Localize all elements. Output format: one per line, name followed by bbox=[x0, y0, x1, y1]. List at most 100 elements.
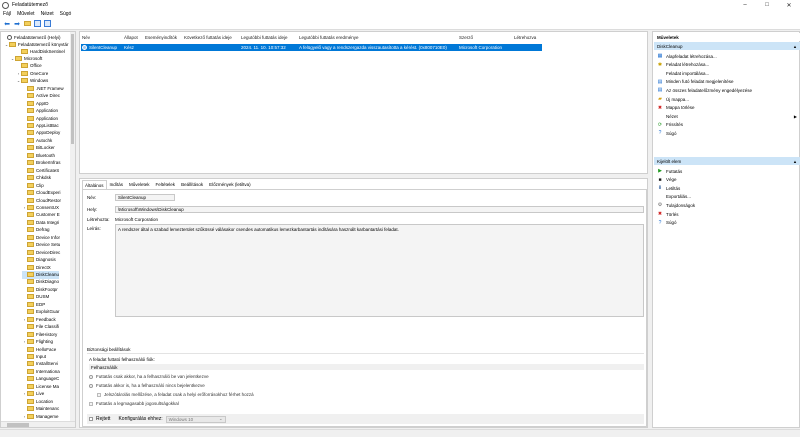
option-run-logged-on[interactable]: Futtatás csak akkor, ha a felhasználó be… bbox=[89, 374, 209, 379]
folder-icon bbox=[27, 406, 34, 412]
folder-action-item[interactable]: ✖ Mappa törlése bbox=[654, 104, 800, 112]
selected-action-item[interactable]: Exportálás... bbox=[654, 193, 800, 201]
column-header-last-result[interactable]: Legutóbbi futtatás eredménye bbox=[299, 33, 359, 41]
option-highest-privileges[interactable]: Futtatás a legmagasabb jogosultságokkal bbox=[89, 401, 179, 406]
navigation-tree[interactable]: Feladatütemező (Helyi) ⌄ Feladatütemező … bbox=[0, 31, 76, 428]
name-field[interactable]: SilentCleanup bbox=[115, 194, 175, 201]
radio-icon bbox=[89, 374, 93, 379]
tab-triggers[interactable]: Indítás bbox=[107, 180, 127, 189]
folder-action-item[interactable]: ▦ Alapfeladat létrehozása... bbox=[654, 52, 800, 60]
hidden-checkbox[interactable] bbox=[89, 417, 93, 421]
folder-icon bbox=[9, 41, 16, 47]
tab-actions[interactable]: Műveletek bbox=[126, 180, 153, 189]
folder-action-item[interactable]: ▤ Minden futó feladat megjelenítése bbox=[654, 78, 800, 86]
tab-history[interactable]: Előzmények (letiltva) bbox=[206, 180, 254, 189]
collapse-icon[interactable]: ▲ bbox=[793, 44, 797, 49]
forward-arrow-icon[interactable]: ➡ bbox=[13, 20, 21, 28]
actions-header: Műveletek bbox=[654, 33, 800, 41]
action-icon: ⚙ bbox=[657, 202, 663, 209]
tree-horizontal-scrollbar[interactable] bbox=[1, 421, 75, 427]
column-header-next-run[interactable]: Következő futtatás ideje bbox=[184, 33, 232, 41]
folder-action-item[interactable]: ? Súgó bbox=[654, 129, 800, 137]
folder-icon bbox=[27, 145, 34, 151]
actions-group-diskcleanup[interactable]: DiskCleanup ▲ bbox=[654, 42, 800, 50]
tree-item-label: Application bbox=[36, 108, 59, 114]
maximize-button[interactable]: □ bbox=[756, 0, 778, 10]
folder-action-item[interactable]: ✱ Feladat létrehozása... bbox=[654, 61, 800, 69]
tab-conditions[interactable]: Feltételek bbox=[153, 180, 179, 189]
table-row[interactable]: SilentCleanup Kész 2024. 11. 10. 10:57:3… bbox=[81, 44, 542, 51]
menu-action[interactable]: Művelet bbox=[17, 11, 35, 17]
action-icon: ▤ bbox=[657, 87, 663, 94]
tree-item-label: OneCore bbox=[30, 70, 49, 76]
task-icon bbox=[82, 45, 87, 50]
collapse-icon[interactable]: ▲ bbox=[793, 159, 797, 164]
column-header-name[interactable]: Név bbox=[82, 33, 90, 41]
menu-view[interactable]: Nézet bbox=[41, 11, 54, 17]
folder-action-item[interactable]: ▤ Az összes feladatelőzmény engedélyezése bbox=[654, 86, 800, 94]
tree-item-label: BitLocker bbox=[36, 145, 55, 151]
selected-action-item[interactable]: ? Súgó bbox=[654, 219, 800, 227]
task-list[interactable]: Név Állapot Eseményindítók Következő fut… bbox=[79, 31, 648, 174]
tree-item-label: BrokerInfras bbox=[36, 160, 61, 166]
folder-action-item[interactable]: Feladat importálása... bbox=[654, 69, 800, 77]
tree-item-label: InstallServi bbox=[36, 361, 59, 367]
column-header-status[interactable]: Állapot bbox=[124, 33, 138, 41]
folder-action-item[interactable]: Nézet ▶ bbox=[654, 112, 800, 120]
tree-item-label: Customer E bbox=[36, 212, 60, 218]
help-icon[interactable] bbox=[33, 20, 41, 28]
description-field[interactable]: A rendszer által a szabad lemezterület s… bbox=[115, 224, 644, 317]
column-header-triggers[interactable]: Eseményindítók bbox=[145, 33, 177, 41]
folder-icon bbox=[27, 190, 34, 196]
tree-item-label: Internationa bbox=[36, 368, 60, 374]
tree-item-label: DiskDiagno bbox=[36, 279, 60, 285]
actions-group-selected-item[interactable]: Kijelölt elem ▲ bbox=[654, 157, 800, 165]
tree-item-label: Maintenanc bbox=[36, 406, 60, 412]
tree-item-label: Data Integri bbox=[36, 219, 60, 225]
selected-action-item[interactable]: ▶ Futtatás bbox=[654, 167, 800, 175]
minimize-button[interactable]: – bbox=[734, 0, 756, 10]
folder-icon[interactable] bbox=[23, 20, 31, 28]
status-bar bbox=[0, 429, 800, 437]
action-label: Frissítés bbox=[666, 122, 684, 128]
config-select[interactable]: Windows 10 ⌄ bbox=[165, 415, 226, 423]
tab-general[interactable]: Általános bbox=[82, 180, 107, 189]
option-run-any[interactable]: Futtatás akkor is, ha a felhasználó ninc… bbox=[89, 383, 205, 388]
selected-action-item[interactable]: ✖ Törlés bbox=[654, 210, 800, 218]
folder-icon bbox=[27, 272, 34, 277]
tree-item-label: DUSM bbox=[36, 294, 50, 300]
selected-action-item[interactable]: ⬇ Letiltás bbox=[654, 184, 800, 192]
task-author-cell: Microsoft Corporation bbox=[459, 45, 503, 50]
selected-action-item[interactable]: ⚙ Tulajdonságok bbox=[654, 201, 800, 209]
action-icon: ✖ bbox=[657, 211, 663, 217]
properties-icon[interactable] bbox=[43, 20, 51, 28]
folder-action-item[interactable]: ⟳ Frissítés bbox=[654, 121, 800, 129]
menu-file[interactable]: Fájl bbox=[3, 11, 11, 17]
general-tab-content: Név: SilentCleanup Hely: \Microsoft\Wind… bbox=[82, 189, 647, 427]
column-header-author[interactable]: Szerző bbox=[459, 33, 473, 41]
tree-item-label: Application bbox=[36, 115, 59, 121]
back-arrow-icon[interactable]: ⬅ bbox=[3, 20, 11, 28]
menu-help[interactable]: Súgó bbox=[60, 11, 72, 17]
selected-action-item[interactable]: ■ Vége bbox=[654, 176, 800, 184]
column-header-created[interactable]: Létrehozva bbox=[514, 33, 536, 41]
folder-icon bbox=[21, 63, 28, 69]
tree-item-label: Chkdsk bbox=[36, 175, 52, 181]
folder-icon bbox=[27, 234, 34, 240]
folder-icon bbox=[27, 197, 34, 203]
column-header-last-run[interactable]: Legutóbbi futtatás ideje bbox=[241, 33, 288, 41]
tree-item-label: Device Setu bbox=[36, 242, 61, 248]
option-no-password[interactable]: Jelszótárolás mellőzése, a feladat csak … bbox=[97, 392, 254, 397]
action-label: Nézet bbox=[666, 113, 678, 119]
tree-item-label: Bluetooth bbox=[36, 152, 56, 158]
close-button[interactable]: ✕ bbox=[778, 0, 800, 10]
folder-action-item[interactable]: ▰ Új mappa... bbox=[654, 95, 800, 103]
tree-vertical-scrollbar[interactable] bbox=[70, 32, 75, 421]
tab-settings[interactable]: Beállítások bbox=[178, 180, 206, 189]
tree-item[interactable]: › Manageme bbox=[22, 412, 59, 420]
folder-icon bbox=[27, 324, 34, 330]
task-last-run-cell: 2024. 11. 10. 10:57:32 bbox=[241, 45, 286, 50]
tree-item-label: AppID bbox=[36, 100, 49, 106]
folder-icon bbox=[27, 331, 34, 337]
run-account-label: A feladat futtató felhasználói fiók: bbox=[89, 357, 155, 362]
